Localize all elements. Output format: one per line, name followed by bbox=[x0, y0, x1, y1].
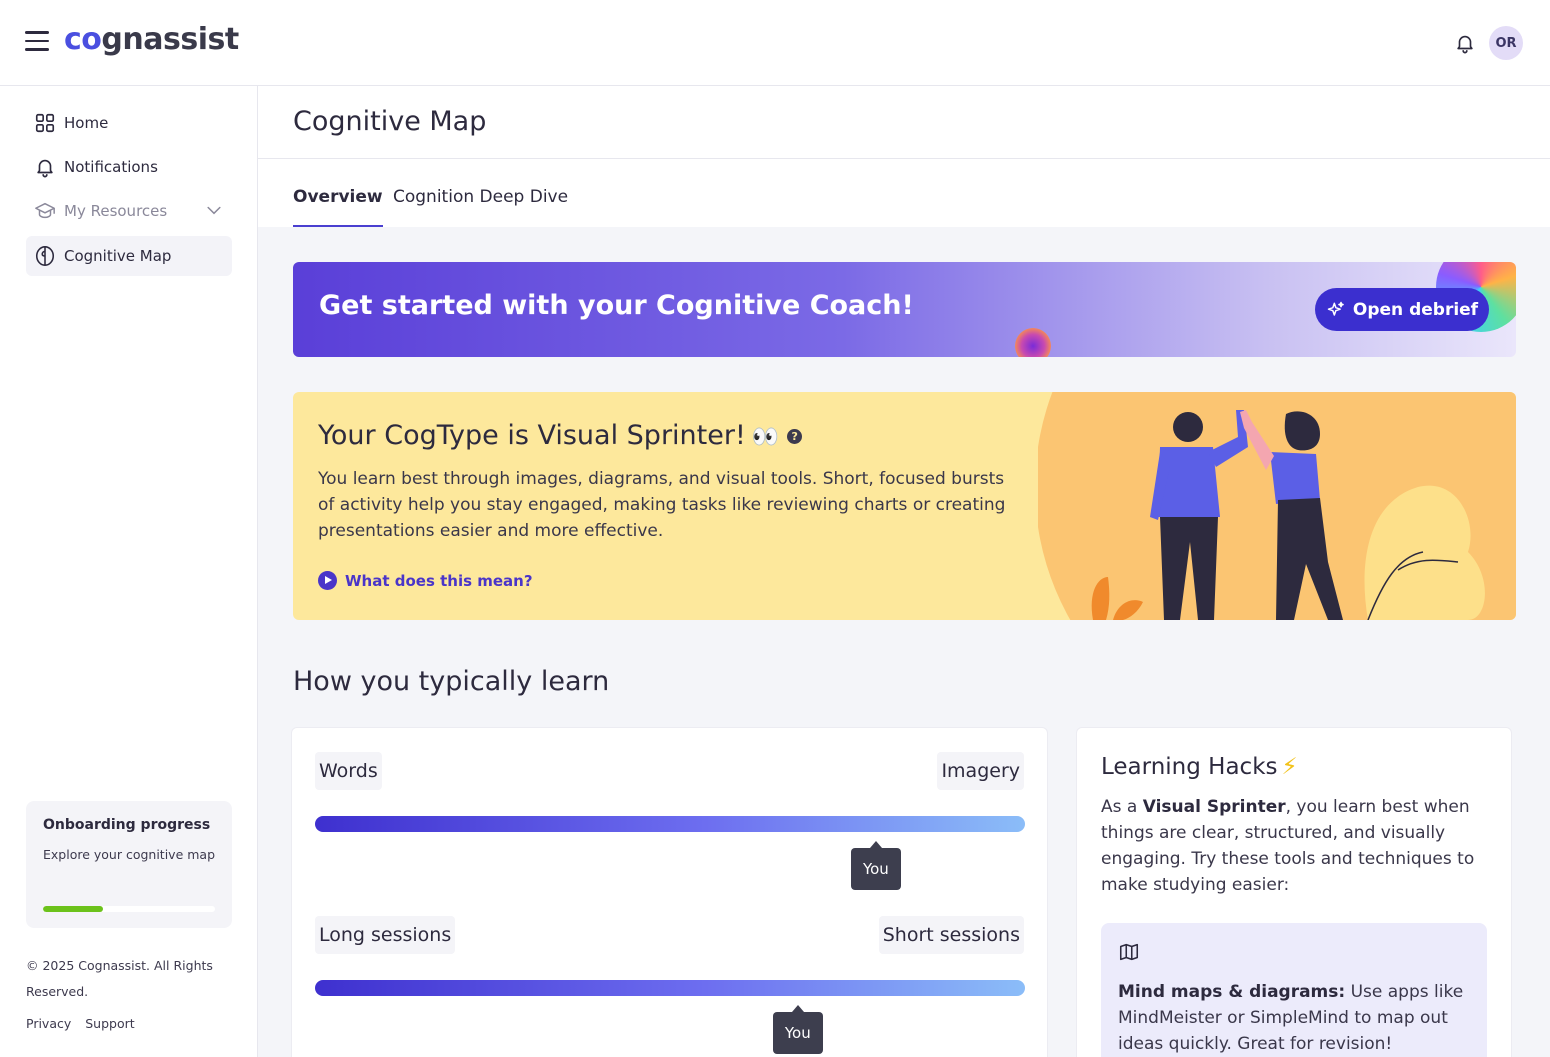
privacy-link[interactable]: Privacy bbox=[26, 1016, 71, 1031]
avatar[interactable]: OR bbox=[1489, 26, 1523, 60]
flower-decoration bbox=[1015, 328, 1051, 357]
tab-bar: Overview Cognition Deep Dive bbox=[258, 159, 1550, 227]
page-header: Cognitive Map bbox=[258, 86, 1550, 159]
hack-tip-card: Mind maps & diagrams: Use apps like Mind… bbox=[1101, 923, 1487, 1057]
learning-hacks-card: Learning Hacks ⚡ As a Visual Sprinter, yo… bbox=[1076, 727, 1512, 1057]
learning-scales-card: Words Imagery You Long sessions Short se… bbox=[291, 727, 1048, 1057]
scale-right-label: Imagery bbox=[937, 752, 1024, 790]
scale-bar bbox=[315, 816, 1025, 832]
cognitive-coach-banner: Get started with your Cognitive Coach! O… bbox=[293, 262, 1516, 357]
brain-icon bbox=[35, 246, 55, 266]
support-link[interactable]: Support bbox=[85, 1016, 134, 1031]
scale-right-label: Short sessions bbox=[878, 916, 1024, 954]
what-does-this-mean-link[interactable]: What does this mean? bbox=[318, 571, 533, 590]
cogtype-card: Your CogType is Visual Sprinter! 👀? You l… bbox=[293, 392, 1516, 620]
bell-icon[interactable] bbox=[1454, 32, 1476, 54]
hack-tip-text: Mind maps & diagrams: Use apps like Mind… bbox=[1118, 982, 1464, 1054]
you-marker: You bbox=[772, 1005, 823, 1054]
tab-cognition-deep-dive[interactable]: Cognition Deep Dive bbox=[393, 187, 568, 225]
map-icon bbox=[1119, 943, 1139, 961]
high-five-illustration bbox=[1038, 392, 1516, 620]
sidebar-item-cognitive-map[interactable]: Cognitive Map bbox=[26, 236, 232, 276]
cogtype-title: Your CogType is Visual Sprinter! 👀? bbox=[318, 420, 803, 451]
you-marker: You bbox=[850, 841, 901, 890]
bell-icon bbox=[37, 159, 53, 178]
grid-icon bbox=[35, 113, 55, 133]
sidebar-item-my-resources[interactable]: My Resources bbox=[26, 191, 232, 231]
footer-links: Privacy Support bbox=[26, 1016, 145, 1031]
scale-left-label: Words bbox=[315, 752, 382, 790]
onboarding-description: Explore your cognitive map bbox=[43, 847, 216, 862]
sidebar-item-notifications[interactable]: Notifications bbox=[26, 147, 232, 187]
hacks-intro: As a Visual Sprinter, you learn best whe… bbox=[1101, 797, 1475, 895]
scale-bar bbox=[315, 980, 1025, 996]
open-debrief-button[interactable]: Open debrief bbox=[1315, 288, 1489, 331]
lightning-icon: ⚡ bbox=[1281, 754, 1298, 780]
help-icon[interactable]: ? bbox=[787, 429, 803, 444]
onboarding-progress-fill bbox=[43, 906, 104, 912]
sidebar: Home Notifications My Resources Cognitiv… bbox=[0, 86, 258, 1057]
page-title: Cognitive Map bbox=[293, 106, 487, 137]
sidebar-item-label: My Resources bbox=[64, 202, 168, 220]
onboarding-title: Onboarding progress bbox=[43, 817, 211, 833]
section-title: How you typically learn bbox=[293, 666, 610, 697]
main-content: Cognitive Map Overview Cognition Deep Di… bbox=[258, 86, 1550, 1057]
copyright: © 2025 Cognassist. All Rights Reserved. bbox=[26, 958, 213, 999]
sidebar-item-label: Home bbox=[64, 114, 109, 132]
sidebar-item-label: Notifications bbox=[64, 158, 158, 176]
play-icon bbox=[318, 571, 337, 590]
chevron-down-icon[interactable] bbox=[204, 200, 224, 220]
onboarding-progress-card[interactable]: Onboarding progress Explore your cogniti… bbox=[26, 801, 232, 928]
hacks-title: Learning Hacks ⚡ bbox=[1101, 754, 1298, 780]
scale-left-label: Long sessions bbox=[315, 916, 456, 954]
top-bar: cognassist OR bbox=[0, 0, 1550, 86]
sidebar-item-label: Cognitive Map bbox=[64, 247, 172, 265]
onboarding-progress-bar bbox=[43, 906, 215, 912]
menu-icon[interactable] bbox=[25, 31, 49, 53]
banner-title: Get started with your Cognitive Coach! bbox=[319, 290, 914, 321]
graduation-cap-icon bbox=[35, 202, 55, 219]
cogtype-description: You learn best through images, diagrams,… bbox=[318, 469, 1006, 541]
eyes-emoji: 👀 bbox=[751, 425, 780, 450]
sidebar-item-home[interactable]: Home bbox=[26, 103, 232, 143]
logo[interactable]: cognassist bbox=[64, 22, 239, 57]
tab-overview[interactable]: Overview bbox=[293, 187, 383, 227]
sparkle-icon bbox=[1327, 301, 1344, 316]
